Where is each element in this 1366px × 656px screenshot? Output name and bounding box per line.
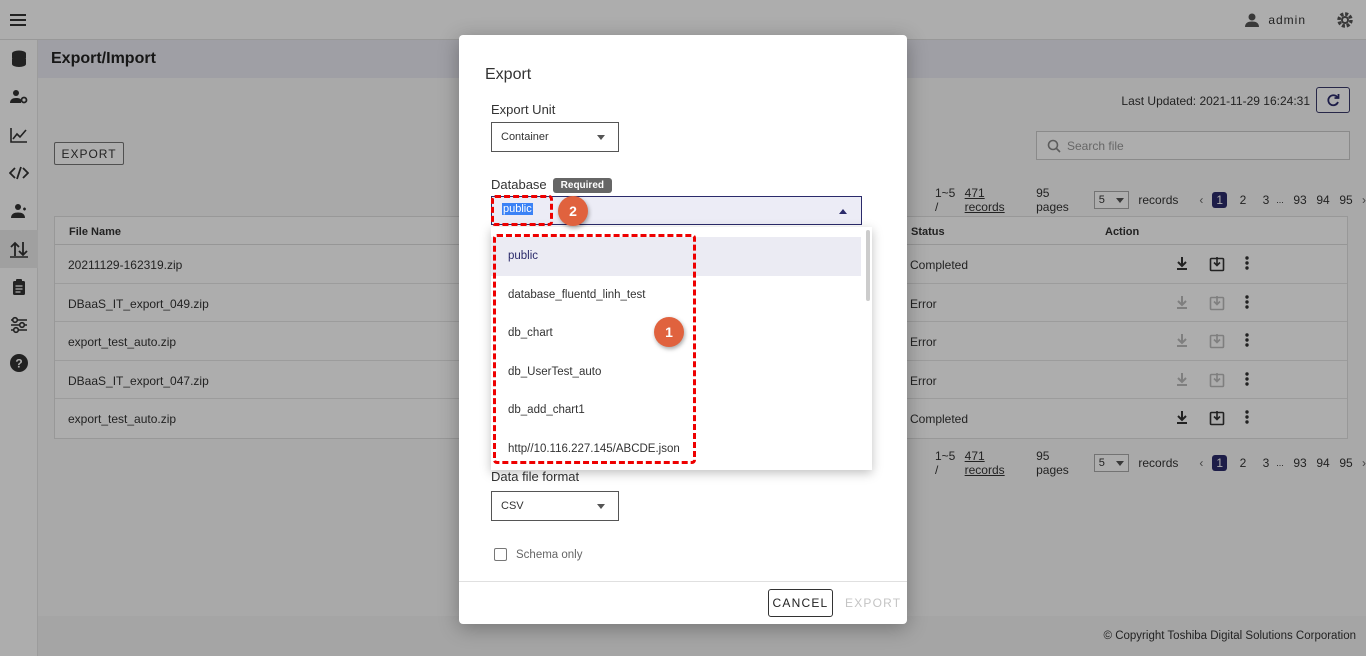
export-unit-value: Container	[501, 131, 549, 143]
chevron-down-icon	[597, 134, 605, 140]
annotation-badge-2: 2	[558, 196, 588, 226]
dialog-footer	[459, 581, 907, 624]
dialog-export-button[interactable]: EXPORT	[845, 596, 901, 610]
schema-only-label: Schema only	[516, 549, 583, 561]
annotation-box-2	[491, 195, 553, 226]
export-unit-select[interactable]: Container	[491, 122, 619, 152]
annotation-badge-1: 1	[654, 317, 684, 347]
dialog-title: Export	[485, 66, 532, 83]
dropdown-scrollbar[interactable]	[866, 230, 870, 301]
cancel-button[interactable]: CANCEL	[768, 589, 833, 617]
data-format-value: CSV	[501, 500, 524, 512]
schema-only-checkbox[interactable]	[494, 548, 507, 561]
data-format-label: Data file format	[491, 469, 580, 484]
data-format-select[interactable]: CSV	[491, 491, 619, 521]
export-unit-label: Export Unit	[491, 102, 556, 117]
database-label-text: Database	[491, 177, 547, 192]
annotation-box-1	[493, 234, 696, 464]
required-badge: Required	[552, 178, 612, 193]
chevron-down-icon	[597, 503, 605, 509]
chevron-up-icon	[839, 209, 847, 214]
database-label: Database Required	[491, 177, 612, 193]
